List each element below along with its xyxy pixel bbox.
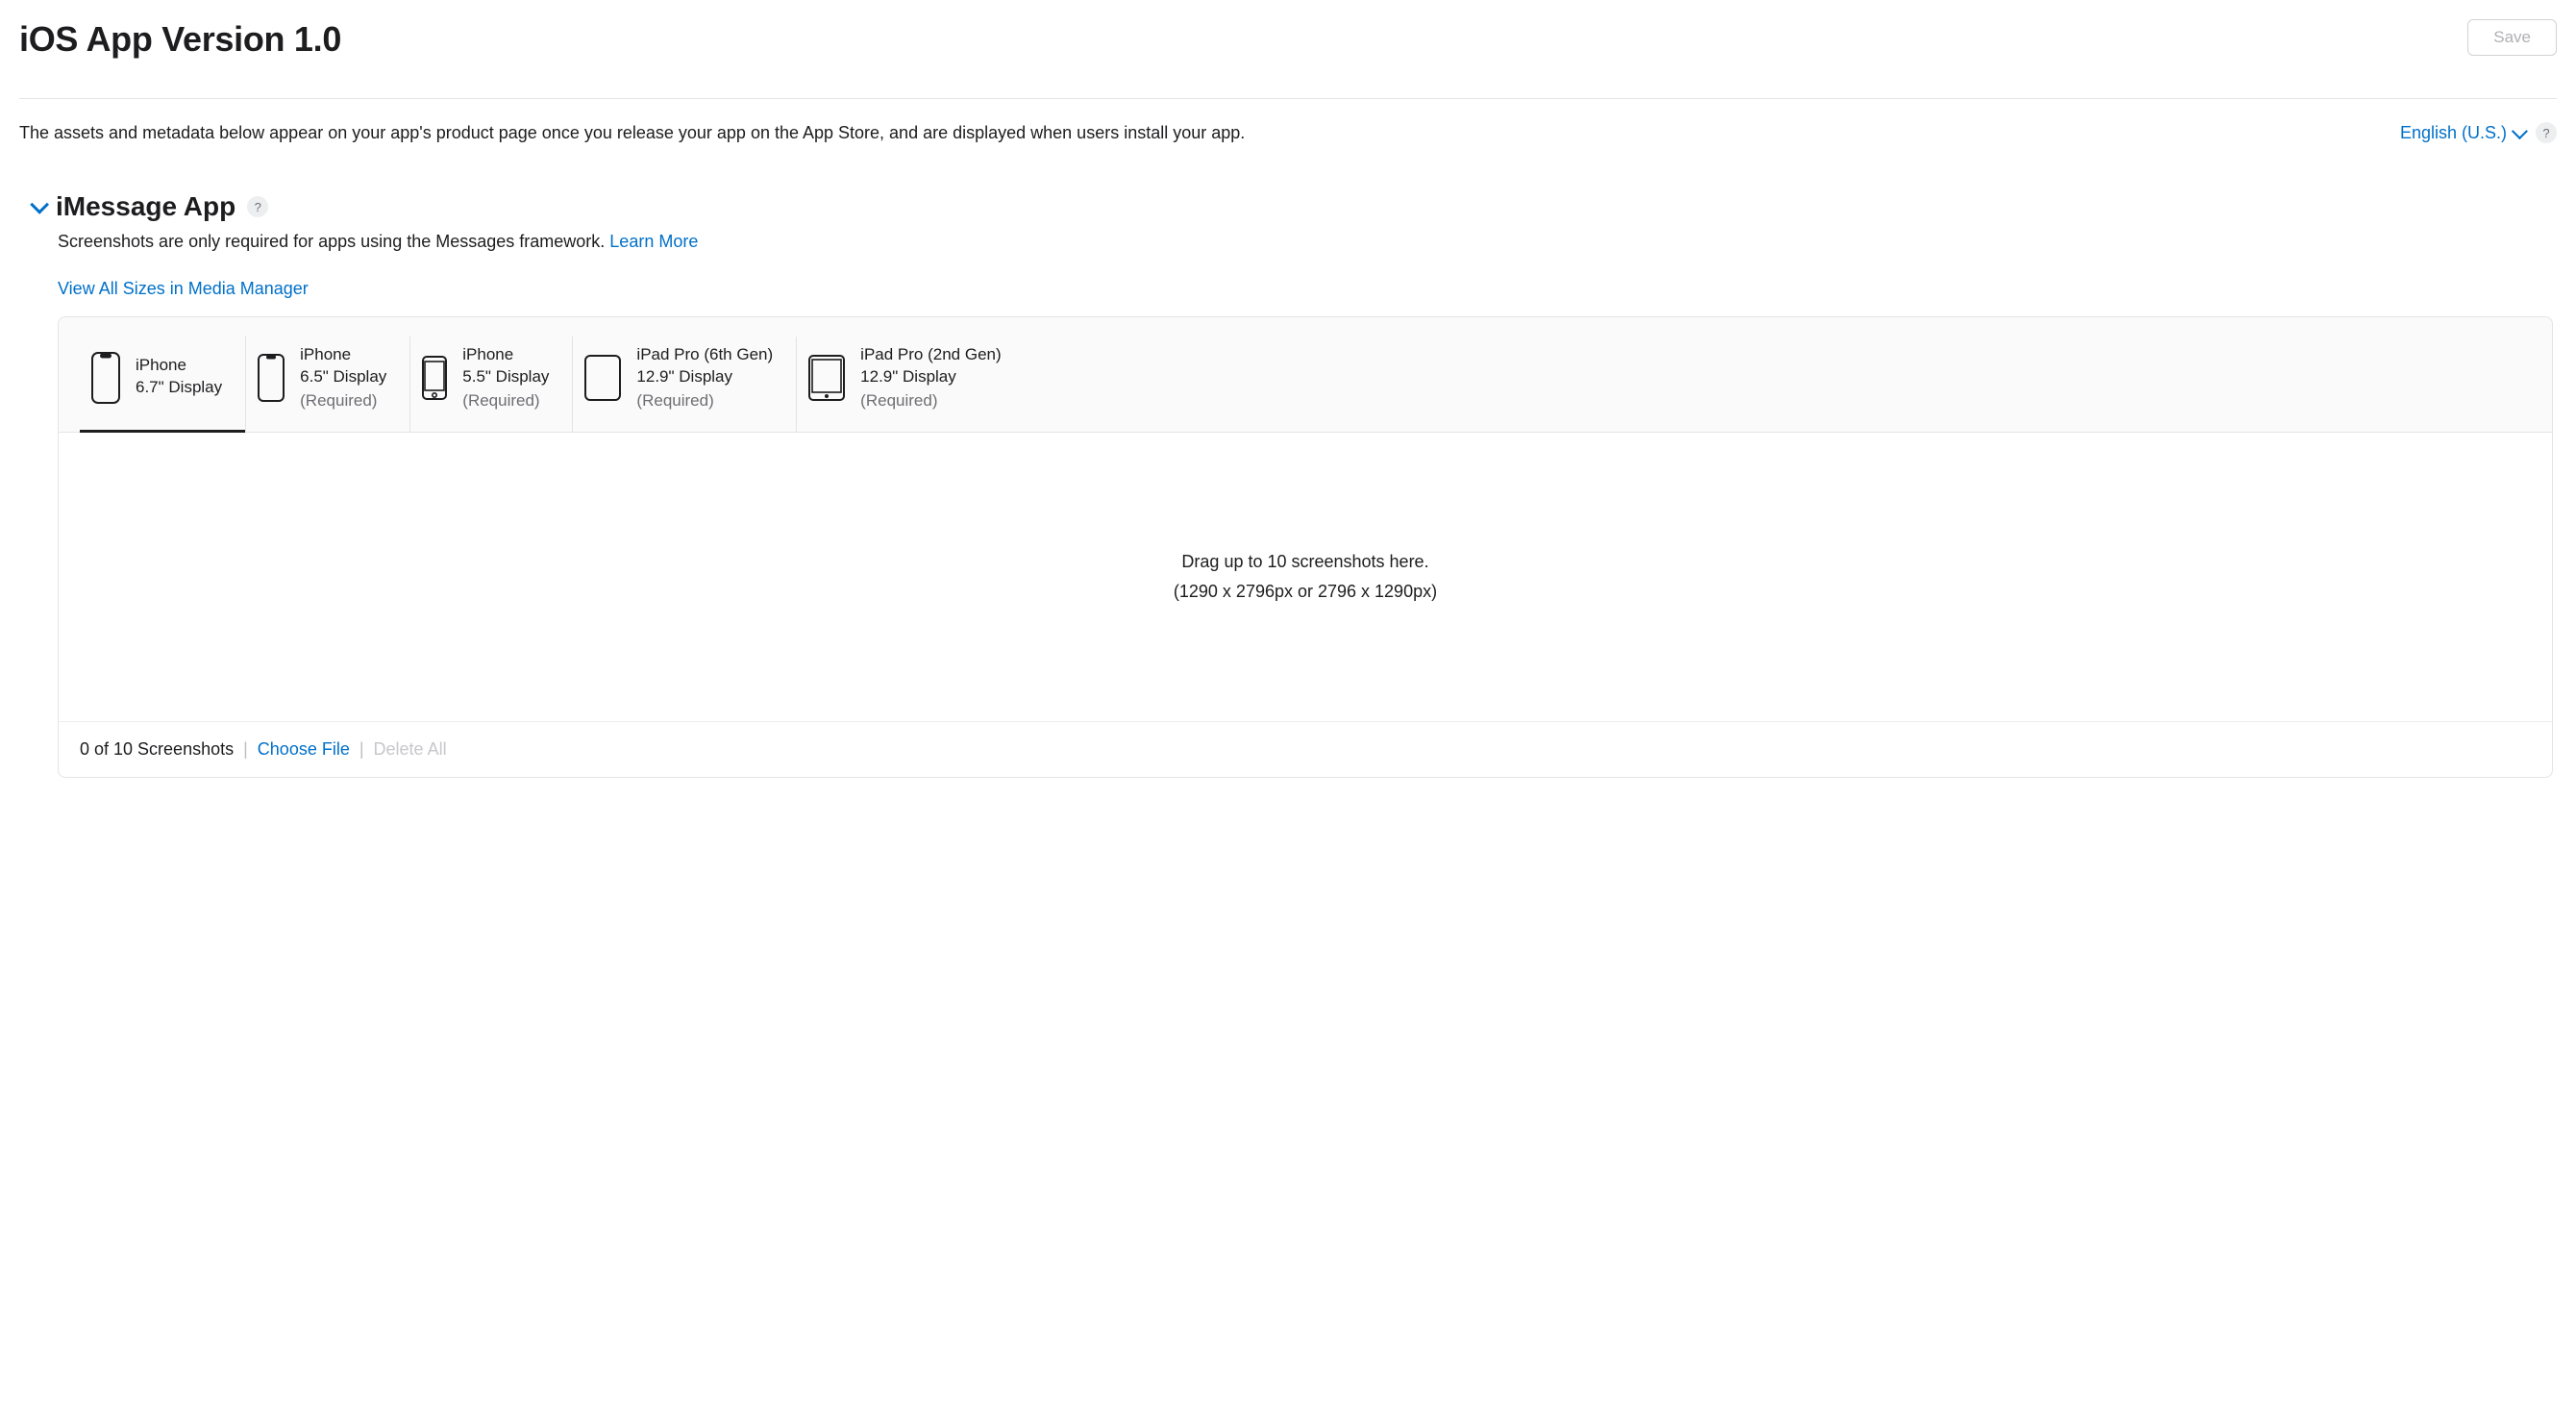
- dropzone-dimensions: (1290 x 2796px or 2796 x 1290px): [1174, 582, 1437, 602]
- help-icon[interactable]: ?: [2536, 122, 2557, 143]
- device-tabs: iPhone 6.7" Display iPhone 6.5" Display …: [59, 317, 2552, 433]
- tab-label-line1: iPhone: [300, 344, 386, 366]
- tab-label-line2: 12.9" Display: [860, 366, 1001, 388]
- page-title: iOS App Version 1.0: [19, 19, 341, 60]
- delete-all-button[interactable]: Delete All: [374, 739, 447, 760]
- tab-label-line1: iPhone: [136, 355, 222, 377]
- section-description-text: Screenshots are only required for apps u…: [58, 232, 609, 251]
- language-selector[interactable]: English (U.S.): [2400, 123, 2524, 143]
- ipad-icon: [584, 355, 621, 401]
- section-description: Screenshots are only required for apps u…: [58, 232, 2557, 252]
- tab-iphone-6-7[interactable]: iPhone 6.7" Display: [80, 337, 246, 432]
- help-icon[interactable]: ?: [247, 196, 268, 217]
- tab-ipad-pro-2nd[interactable]: iPad Pro (2nd Gen) 12.9" Display (Requir…: [797, 337, 1024, 432]
- screenshot-count: 0 of 10 Screenshots: [80, 739, 234, 760]
- screenshot-dropzone[interactable]: Drag up to 10 screenshots here. (1290 x …: [59, 433, 2552, 721]
- tab-label-line2: 6.7" Display: [136, 377, 222, 399]
- tab-iphone-6-5[interactable]: iPhone 6.5" Display (Required): [246, 337, 410, 432]
- ipad-home-button-icon: [808, 355, 845, 401]
- choose-file-button[interactable]: Choose File: [258, 739, 350, 760]
- tab-required-label: (Required): [860, 390, 1001, 412]
- tab-label-line2: 6.5" Display: [300, 366, 386, 388]
- tab-iphone-5-5[interactable]: iPhone 5.5" Display (Required): [410, 337, 573, 432]
- chevron-down-icon: [2512, 123, 2528, 139]
- tab-label-line1: iPad Pro (2nd Gen): [860, 344, 1001, 366]
- section-title: iMessage App: [56, 191, 235, 222]
- iphone-home-button-icon: [422, 356, 447, 400]
- separator: |: [359, 739, 364, 760]
- page-description: The assets and metadata below appear on …: [19, 123, 1245, 143]
- view-all-sizes-link[interactable]: View All Sizes in Media Manager: [58, 279, 309, 299]
- tab-required-label: (Required): [636, 390, 773, 412]
- dropzone-instruction: Drag up to 10 screenshots here.: [1181, 552, 1428, 572]
- tab-label-line1: iPad Pro (6th Gen): [636, 344, 773, 366]
- tab-required-label: (Required): [462, 390, 549, 412]
- iphone-icon: [258, 354, 285, 402]
- tab-required-label: (Required): [300, 390, 386, 412]
- learn-more-link[interactable]: Learn More: [609, 232, 698, 251]
- tab-label-line2: 12.9" Display: [636, 366, 773, 388]
- screenshots-panel: iPhone 6.7" Display iPhone 6.5" Display …: [58, 316, 2553, 778]
- separator: |: [243, 739, 248, 760]
- tab-label-line2: 5.5" Display: [462, 366, 549, 388]
- save-button[interactable]: Save: [2467, 19, 2557, 56]
- tab-label-line1: iPhone: [462, 344, 549, 366]
- chevron-down-icon[interactable]: [30, 195, 49, 214]
- tab-ipad-pro-6th[interactable]: iPad Pro (6th Gen) 12.9" Display (Requir…: [573, 337, 797, 432]
- iphone-icon: [91, 352, 120, 404]
- language-label: English (U.S.): [2400, 123, 2507, 143]
